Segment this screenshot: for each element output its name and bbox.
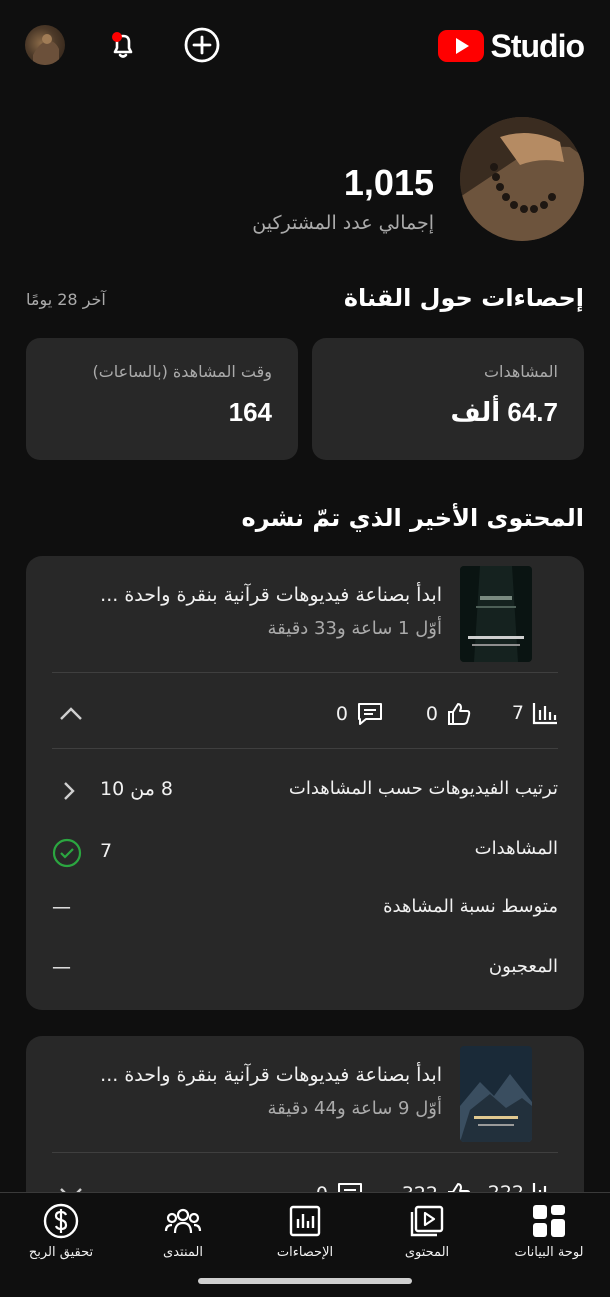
recent-content-title: المحتوى الأخير الذي تمّ نشره xyxy=(241,504,584,532)
subscriber-label: إجمالي عدد المشتركين xyxy=(252,212,434,234)
ranking-label: ترتيب الفيديوهات حسب المشاهدات xyxy=(288,778,558,799)
watch-time-label: وقت المشاهدة (بالساعات) xyxy=(92,362,272,381)
video-title[interactable]: ابدأ بصناعة فيديوهات قرآنية بنقرة واحدة … xyxy=(100,1064,442,1086)
video-card: ابدأ بصناعة فيديوهات قرآنية بنقرة واحدة … xyxy=(26,556,584,1010)
chevron-up-icon xyxy=(60,707,82,720)
likes-row-label: المعجبون xyxy=(488,956,558,977)
likes-count: 0 xyxy=(425,703,438,725)
watch-time-card[interactable]: وقت المشاهدة (بالساعات) 164 xyxy=(26,338,298,460)
nav-community[interactable]: المنتدى xyxy=(128,1201,238,1260)
views-row-value: 7 xyxy=(100,840,113,862)
watch-time-value: 164 xyxy=(228,397,272,427)
subscriber-count: 1,015 xyxy=(343,162,434,203)
community-icon xyxy=(164,1208,202,1234)
youtube-studio-logo: Studio xyxy=(438,26,585,66)
dashboard-icon xyxy=(533,1205,565,1237)
chevron-right-icon xyxy=(64,782,75,800)
nav-analytics[interactable]: الإحصاءات xyxy=(250,1201,360,1260)
video-thumbnail[interactable] xyxy=(460,566,532,662)
views-card[interactable]: المشاهدات 64.7 ألف xyxy=(312,338,584,460)
bell-icon xyxy=(112,32,133,58)
avg-view-value: — xyxy=(52,896,71,918)
bar-chart-icon xyxy=(532,703,557,725)
divider xyxy=(52,748,558,749)
account-avatar[interactable] xyxy=(25,25,65,65)
thumbs-up-icon xyxy=(448,703,471,725)
video-title[interactable]: ابدأ بصناعة فيديوهات قرآنية بنقرة واحدة … xyxy=(100,584,442,606)
nav-dashboard[interactable]: لوحة البيانات xyxy=(494,1201,604,1260)
ranking-value: 8 من 10 xyxy=(100,778,174,800)
collapse-button[interactable] xyxy=(56,700,86,728)
comment-icon xyxy=(358,703,382,725)
divider xyxy=(52,672,558,673)
video-subtitle: أوّل 9 ساعة و44 دقيقة xyxy=(267,1098,442,1119)
analytics-period: آخر 28 يومًا xyxy=(26,290,106,309)
likes-metric: 0 xyxy=(426,701,472,727)
add-circle-icon xyxy=(184,27,220,63)
views-count: 7 xyxy=(511,702,524,724)
video-subtitle: أوّل 1 ساعة و33 دقيقة xyxy=(267,618,442,639)
nav-label: المنتدى xyxy=(163,1245,203,1260)
comments-count: 0 xyxy=(335,703,348,725)
youtube-logo-icon xyxy=(438,30,485,62)
nav-label: الإحصاءات xyxy=(276,1245,334,1260)
video-thumbnail[interactable] xyxy=(460,1046,532,1142)
views-metric: 7 xyxy=(512,701,558,725)
create-button[interactable] xyxy=(180,23,224,67)
views-row-label: المشاهدات xyxy=(474,838,558,859)
logo-text: Studio xyxy=(490,27,585,64)
channel-avatar[interactable] xyxy=(460,117,584,241)
likes-row-value: — xyxy=(52,956,71,978)
nav-label: تحقيق الربح xyxy=(28,1245,94,1260)
comments-metric: 0 xyxy=(336,701,384,727)
nav-content[interactable]: المحتوى xyxy=(372,1201,482,1260)
views-label: المشاهدات xyxy=(483,362,558,381)
content-icon xyxy=(410,1205,444,1237)
divider xyxy=(52,1152,558,1153)
ranking-expand-button[interactable] xyxy=(56,778,80,804)
nav-label: لوحة البيانات xyxy=(514,1245,584,1260)
nav-earn[interactable]: تحقيق الربح xyxy=(6,1201,116,1260)
nav-label: المحتوى xyxy=(404,1245,450,1260)
notifications-button[interactable] xyxy=(101,23,145,67)
check-circle-icon xyxy=(52,838,82,872)
views-value: 64.7 ألف xyxy=(450,397,558,427)
analytics-title: إحصاءات حول القناة xyxy=(343,284,584,312)
dollar-circle-icon xyxy=(43,1203,79,1239)
avg-view-label: متوسط نسبة المشاهدة xyxy=(383,896,558,917)
home-indicator[interactable] xyxy=(198,1278,412,1284)
analytics-icon xyxy=(289,1205,321,1237)
